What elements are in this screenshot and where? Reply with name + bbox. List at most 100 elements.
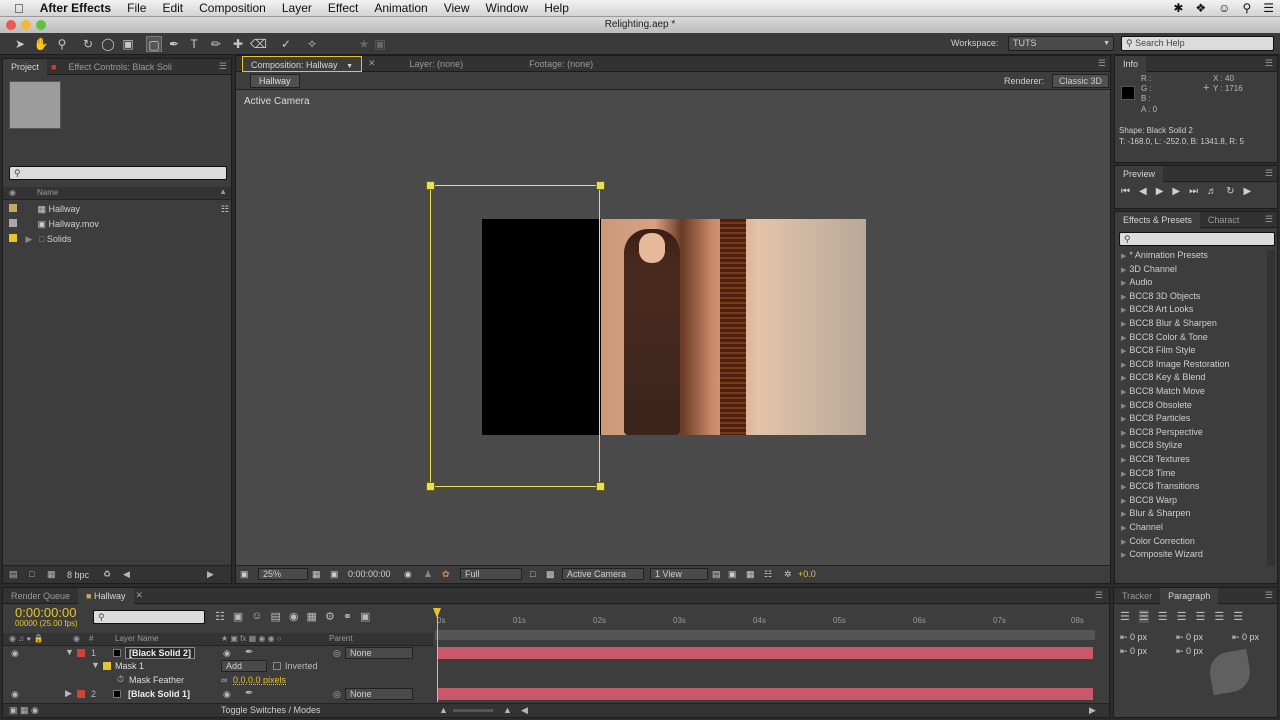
live-update-icon[interactable]: ⚭: [343, 610, 352, 623]
menu-help[interactable]: Help: [536, 1, 577, 15]
layer-bar[interactable]: [437, 647, 1093, 659]
shy-switch-icon[interactable]: ◉: [223, 689, 231, 700]
tab-layer[interactable]: Layer: (none): [402, 56, 472, 72]
rectangle-tool-icon[interactable]: ▢: [146, 36, 162, 52]
previous-frame-icon[interactable]: ◀: [1139, 186, 1147, 197]
layer-row[interactable]: ◉ ▶ 2 [Black Solid 1] ◉ ✒ ◎ None: [3, 688, 433, 701]
project-item[interactable]: ▶ □ Solids: [9, 232, 71, 246]
snapshot-icon[interactable]: ◉: [404, 569, 412, 580]
effect-category[interactable]: ▶ BCC8 Film Style: [1121, 345, 1195, 355]
col-layer-name[interactable]: Layer Name: [115, 634, 159, 643]
col-parent[interactable]: Parent: [329, 634, 353, 643]
breadcrumb[interactable]: Hallway: [250, 74, 300, 88]
effect-category[interactable]: ▶ Audio: [1121, 277, 1152, 287]
view-layout-select[interactable]: 1 View: [650, 568, 708, 580]
effect-category[interactable]: ▶ BCC8 Time: [1121, 468, 1175, 478]
tab-tracker[interactable]: Tracker: [1114, 588, 1160, 604]
shy-switch-icon[interactable]: ◉: [223, 648, 231, 659]
parent-select[interactable]: None: [345, 688, 413, 700]
tab-render-queue[interactable]: Render Queue: [3, 588, 78, 604]
zoom-window-button[interactable]: [36, 20, 46, 30]
first-line-indent[interactable]: ⇤ 0 px: [1120, 646, 1147, 657]
quality-icon[interactable]: ✒: [245, 647, 253, 658]
selection-tool-icon[interactable]: ➤: [12, 36, 28, 52]
bit-depth-button[interactable]: 8 bpc: [67, 570, 89, 580]
expand-icon[interactable]: ▼: [91, 660, 100, 670]
tab-project[interactable]: Project: [3, 58, 48, 75]
menu-view[interactable]: View: [436, 1, 478, 15]
list-icon[interactable]: ☰: [1263, 1, 1274, 15]
mask-feather-row[interactable]: ⏱ Mask Feather ∞ 0.0,0.0 pixels: [3, 674, 433, 687]
menu-edit[interactable]: Edit: [154, 1, 191, 15]
next-frame-icon[interactable]: ▶: [1172, 186, 1180, 197]
hand-tool-icon[interactable]: ✋: [33, 36, 49, 52]
effect-category[interactable]: ▶ BCC8 Stylize: [1121, 440, 1182, 450]
pickwhip-icon[interactable]: ◎: [333, 689, 341, 700]
mask-color[interactable]: [103, 662, 111, 670]
align-left-icon[interactable]: ☰: [1120, 610, 1130, 623]
minimize-window-button[interactable]: [21, 20, 31, 30]
tab-info[interactable]: Info: [1115, 55, 1147, 72]
mask-path[interactable]: [430, 185, 600, 487]
grid-icon[interactable]: ▦: [312, 569, 321, 580]
auto-keyframe-icon[interactable]: ▣: [360, 610, 370, 623]
timecode-display[interactable]: 0:00:00:00: [348, 569, 391, 579]
toggle-switches-button[interactable]: Toggle Switches / Modes: [221, 705, 321, 715]
zoom-in-icon[interactable]: ▲: [503, 705, 512, 715]
effect-category[interactable]: ▶ Channel: [1121, 522, 1163, 532]
close-icon[interactable]: ■: [51, 62, 56, 72]
puppet-tool-icon[interactable]: ✧: [304, 36, 320, 52]
tab-effect-controls[interactable]: Effect Controls: Black Soli: [60, 59, 179, 75]
zoom-tool-icon[interactable]: ⚲: [54, 36, 70, 52]
effect-category[interactable]: ▶ Composite Wizard: [1121, 549, 1203, 559]
loop-icon[interactable]: ↻: [1226, 186, 1234, 197]
panel-menu-icon[interactable]: ☰: [219, 61, 227, 72]
space-before[interactable]: ⇤ 0 px: [1176, 632, 1203, 643]
mask-name[interactable]: Mask 1: [115, 661, 144, 671]
menu-effect[interactable]: Effect: [320, 1, 366, 15]
panel-menu-icon[interactable]: ☰: [1265, 590, 1273, 601]
effect-category[interactable]: ▶ * Animation Presets: [1121, 250, 1208, 260]
wifi-icon[interactable]: ✱: [1173, 1, 1183, 15]
play-icon[interactable]: ▶: [1156, 186, 1164, 197]
justify-all-icon[interactable]: ☰: [1233, 610, 1243, 623]
graph-editor-icon[interactable]: ▦: [307, 610, 317, 623]
effects-scrollbar[interactable]: [1267, 250, 1275, 566]
comp-mini-flowchart-icon[interactable]: ☷: [215, 610, 225, 623]
zoom-out-icon[interactable]: ▲: [439, 705, 448, 715]
orbit-camera-icon[interactable]: ◯: [100, 36, 116, 52]
zoom-select[interactable]: 25%: [258, 568, 308, 580]
justify-right-icon[interactable]: ☰: [1214, 610, 1224, 623]
effect-category[interactable]: ▶ BCC8 Perspective: [1121, 427, 1203, 437]
exposure-icon[interactable]: ✲: [784, 569, 792, 580]
flowchart-icon[interactable]: ☷: [764, 569, 772, 580]
roto-brush-icon[interactable]: ✓: [278, 36, 294, 52]
channel-icon[interactable]: ✿: [442, 569, 450, 580]
show-snapshot-icon[interactable]: ♟: [424, 569, 432, 580]
layer-bar[interactable]: [437, 688, 1093, 700]
effect-category[interactable]: ▶ BCC8 Art Looks: [1121, 304, 1193, 314]
effect-category[interactable]: ▶ BCC8 Match Move: [1121, 386, 1205, 396]
tab-character[interactable]: Charact: [1200, 212, 1248, 228]
tab-preview[interactable]: Preview: [1115, 165, 1164, 182]
expand-icon[interactable]: ▼: [65, 647, 74, 657]
draft-3d-icon[interactable]: ▣: [233, 610, 243, 623]
panel-menu-icon[interactable]: ☰: [1098, 58, 1106, 69]
effects-search-input[interactable]: ⚲: [1119, 232, 1275, 246]
layer-row[interactable]: ◉ ▼ 1 [Black Solid 2] ◉ ✒ ◎ None: [3, 647, 433, 660]
timeline-search-input[interactable]: ⚲: [93, 610, 205, 624]
timeline-timecode[interactable]: 0:00:00:00: [15, 605, 76, 620]
mask-vertex-handle[interactable]: [596, 181, 605, 190]
panel-menu-icon[interactable]: ☰: [1265, 58, 1273, 69]
link-icon[interactable]: ∞: [221, 675, 227, 685]
align-right-icon[interactable]: ☰: [1158, 610, 1168, 623]
expand-all-icon[interactable]: ▣ ▦ ◉: [9, 705, 39, 716]
ram-preview-icon[interactable]: ▶: [1244, 186, 1252, 197]
align-center-icon[interactable]: ☰: [1138, 610, 1149, 623]
menu-app[interactable]: After Effects: [32, 1, 119, 15]
indent-left[interactable]: ⇤ 0 px: [1120, 632, 1147, 643]
first-frame-icon[interactable]: ⏮: [1121, 186, 1130, 197]
tab-effects-presets[interactable]: Effects & Presets: [1115, 211, 1200, 228]
search-help-field[interactable]: ⚲ Search Help: [1121, 36, 1274, 51]
effect-category[interactable]: ▶ BCC8 Textures: [1121, 454, 1190, 464]
